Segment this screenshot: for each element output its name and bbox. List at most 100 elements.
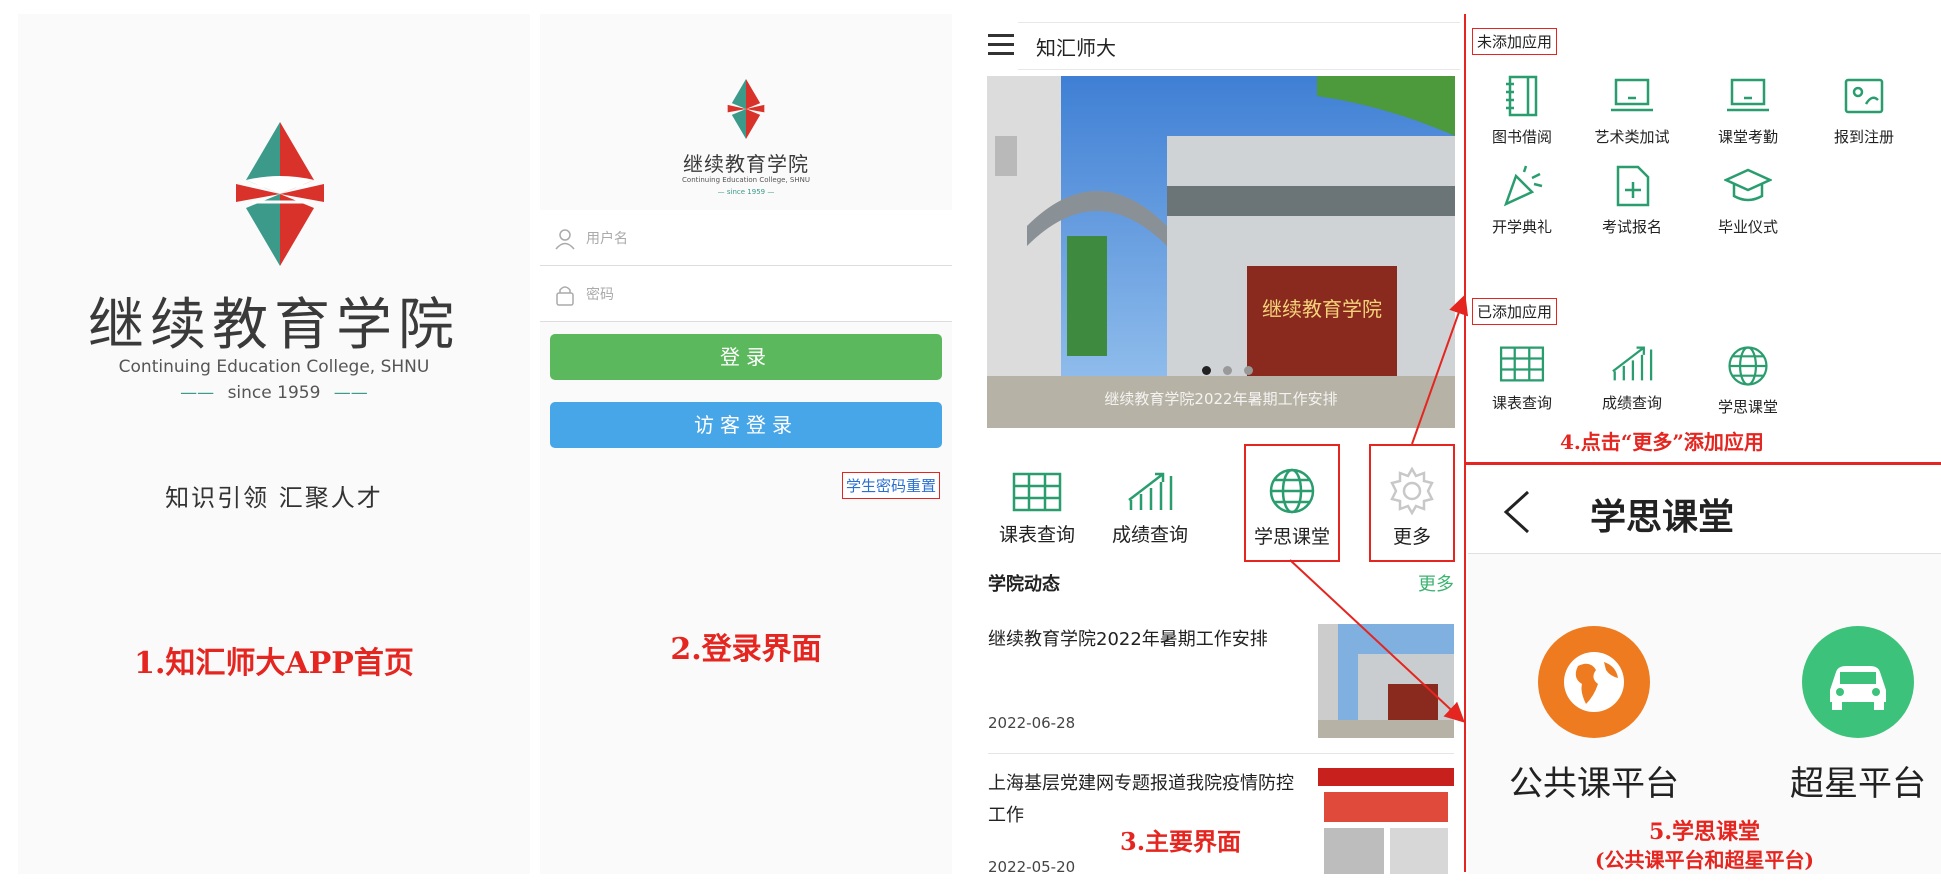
news-heading: 学院动态 <box>988 574 1060 595</box>
news-item[interactable]: 继续教育学院2022年暑期工作安排 2022-06-28 <box>988 614 1454 754</box>
app-graduation[interactable]: 毕业仪式 <box>1698 164 1798 254</box>
quick-action-more[interactable]: 更多 <box>1369 444 1455 562</box>
password-field[interactable]: 密码 <box>540 266 952 322</box>
password-reset-link[interactable]: 学生密码重置 <box>841 472 940 499</box>
carousel-dot[interactable] <box>1202 366 1211 375</box>
app-art-exam[interactable]: 艺术类加试 <box>1582 74 1682 164</box>
app-exam-signup[interactable]: 考试报名 <box>1582 164 1682 254</box>
chart-icon <box>1612 346 1653 381</box>
laptop-icon <box>1611 78 1653 112</box>
table-icon <box>1012 472 1062 512</box>
app-label: 报到注册 <box>1833 128 1894 146</box>
app-manager-screen: 未添加应用 图书借阅 艺术类加试 课堂考勤 报到注册 开学典礼 考试报名 毕业仪… <box>1468 14 1941 462</box>
news-date: 2022-05-20 <box>988 858 1076 874</box>
app-label: 课堂考勤 <box>1717 128 1778 146</box>
app-grades[interactable]: 成绩查询 <box>1582 344 1682 434</box>
caption-3: 3.主要界面 <box>1120 827 1242 856</box>
caption-4: 4.点击“更多”添加应用 <box>1560 430 1764 454</box>
globe-icon <box>1269 468 1315 514</box>
news-thumbnail <box>1318 768 1454 874</box>
lock-icon <box>556 286 574 306</box>
splash-screen: 继续教育学院 Continuing Education College, SHN… <box>18 14 530 874</box>
gear-icon <box>1390 466 1434 516</box>
app-library[interactable]: 图书借阅 <box>1472 74 1572 164</box>
login-screen: 继续教育学院 Continuing Education College, SHN… <box>540 14 952 874</box>
quick-action-xuesi[interactable]: 学思课堂 <box>1244 444 1340 562</box>
banner-caption: 继续教育学院2022年暑期工作安排 <box>1104 390 1337 408</box>
college-title: 继续教育学院 <box>88 293 460 358</box>
graduation-cap-icon <box>1724 168 1772 202</box>
platform-label: 超星平台 <box>1790 764 1926 804</box>
added-apps-label: 已添加应用 <box>1472 298 1558 325</box>
platform-label: 公共课平台 <box>1509 764 1679 804</box>
earth-icon <box>1538 626 1650 738</box>
caption-2: 2.登录界面 <box>670 632 822 667</box>
app-attendance[interactable]: 课堂考勤 <box>1698 74 1798 164</box>
quick-action-schedule[interactable]: 课表查询 <box>987 460 1087 560</box>
globe-icon <box>1728 346 1768 386</box>
slogan: 知识引领 汇聚人才 <box>165 484 383 512</box>
laptop-icon <box>1727 78 1769 112</box>
app-schedule[interactable]: 课表查询 <box>1472 344 1572 434</box>
news-title: 继续教育学院2022年暑期工作安排 <box>988 629 1268 650</box>
car-icon <box>1802 626 1914 738</box>
app-registration[interactable]: 报到注册 <box>1814 74 1914 164</box>
xuesi-screen: 学思课堂 公共课平台 超星平台 5.学思课堂 (公共课平台和超星平台) <box>1468 466 1941 874</box>
since-text: since 1959 <box>227 383 321 403</box>
table-icon <box>1499 346 1545 382</box>
add-file-icon <box>1616 165 1650 207</box>
login-college-title: 继续教育学院 <box>683 152 809 176</box>
username-field[interactable]: 用户名 <box>540 210 952 266</box>
platform-public-course[interactable]: 公共课平台 <box>1504 626 1684 805</box>
notebook-icon <box>1506 75 1538 117</box>
divider-horizontal <box>1464 462 1941 465</box>
app-label: 考试报名 <box>1601 218 1662 236</box>
platform-chaoxing[interactable]: 超星平台 <box>1768 626 1941 805</box>
svg-text:继续教育学院: 继续教育学院 <box>1262 297 1382 321</box>
college-logo <box>236 122 324 266</box>
quick-action-label: 成绩查询 <box>1111 524 1188 546</box>
quick-action-grades[interactable]: 成绩查询 <box>1100 460 1200 560</box>
caption-1: 1.知汇师大APP首页 <box>134 646 414 681</box>
app-label: 艺术类加试 <box>1594 128 1670 146</box>
quick-action-label: 学思课堂 <box>1253 526 1330 548</box>
menu-icon[interactable] <box>988 34 1014 56</box>
user-icon <box>555 229 575 250</box>
back-arrow-icon[interactable] <box>1496 488 1536 536</box>
quick-action-label: 更多 <box>1392 526 1431 548</box>
app-opening-ceremony[interactable]: 开学典礼 <box>1472 164 1572 254</box>
app-label: 课表查询 <box>1491 394 1552 412</box>
app-label: 学思课堂 <box>1717 398 1778 416</box>
guest-login-button[interactable]: 访客登录 <box>550 402 942 448</box>
news-thumbnail <box>1318 624 1454 738</box>
carousel-dot[interactable] <box>1223 366 1232 375</box>
caption-5-sub: (公共课平台和超星平台) <box>1595 848 1814 872</box>
xuesi-title: 学思课堂 <box>1590 497 1735 538</box>
username-placeholder: 用户名 <box>586 231 628 247</box>
app-label: 毕业仪式 <box>1717 218 1778 236</box>
chart-icon <box>1128 472 1173 510</box>
app-label: 图书借阅 <box>1491 128 1552 146</box>
app-title: 知汇师大 <box>1036 36 1116 60</box>
caption-5: 5.学思课堂 <box>1649 819 1760 845</box>
app-label: 成绩查询 <box>1601 394 1662 412</box>
college-logo-small <box>727 79 765 139</box>
college-subtitle: Continuing Education College, SHNU <box>118 357 430 377</box>
login-college-subtitle: Continuing Education College, SHNU <box>682 176 810 184</box>
unadded-apps-label: 未添加应用 <box>1472 28 1558 55</box>
app-label: 开学典礼 <box>1491 218 1552 236</box>
map-icon <box>1844 78 1884 114</box>
login-button[interactable]: 登录 <box>550 334 942 380</box>
party-icon <box>1503 165 1543 207</box>
news-date: 2022-06-28 <box>988 714 1076 732</box>
quick-action-label: 课表查询 <box>998 524 1075 546</box>
login-since: — since 1959 — <box>717 188 775 196</box>
carousel-dots <box>1202 360 1265 379</box>
login-since-text: since 1959 <box>726 188 766 196</box>
divider-vertical <box>1464 14 1466 872</box>
app-xuesi[interactable]: 学思课堂 <box>1698 344 1798 434</box>
news-more-link[interactable]: 更多 <box>1418 570 1454 596</box>
carousel-dot[interactable] <box>1244 366 1253 375</box>
since-line: —— since 1959 —— <box>180 383 368 403</box>
main-screen: 知汇师大 继续教育学院 继续教育学院2022年暑期工作安排 课表查询 成绩查询 … <box>982 14 1460 874</box>
